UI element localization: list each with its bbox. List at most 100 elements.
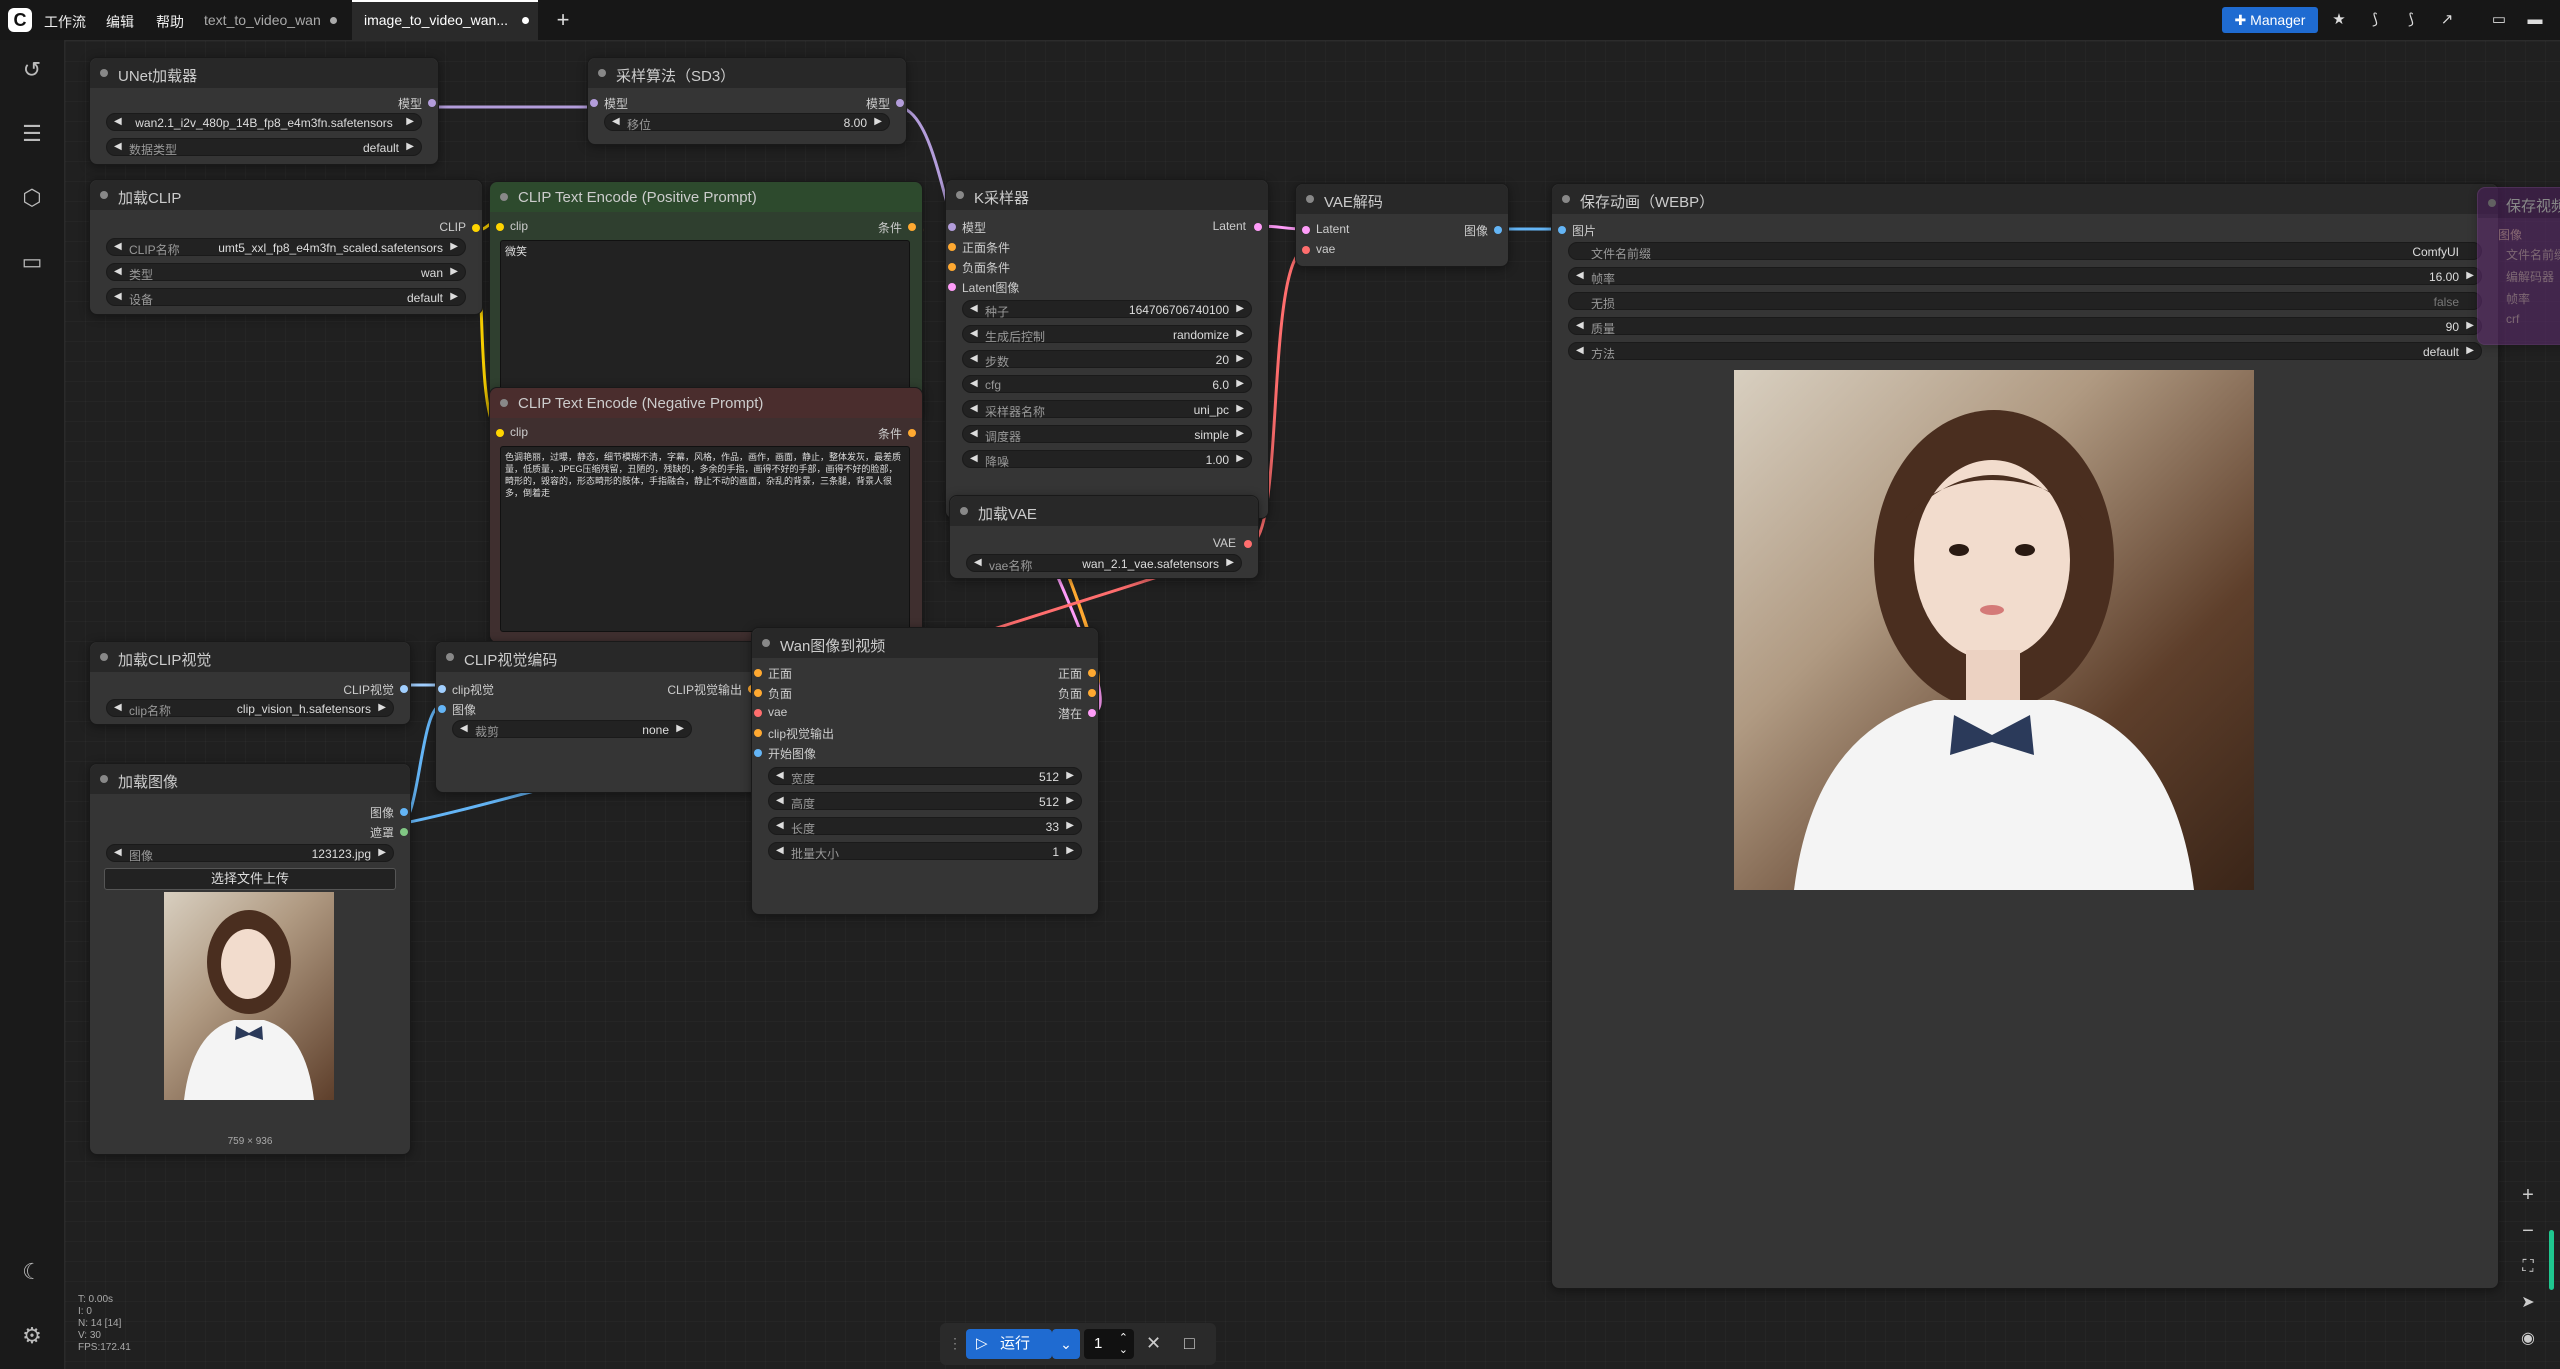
widget-scheduler[interactable]: ◀ 调度器 simple ▶ <box>962 425 1252 444</box>
collapse-dot-icon[interactable] <box>598 69 606 77</box>
output-vae-pin[interactable] <box>1244 540 1252 548</box>
collapse-dot-icon[interactable] <box>100 69 108 77</box>
widget-height[interactable]: ◀ 高度 512 ▶ <box>768 792 1082 811</box>
input-model-pin[interactable] <box>948 223 956 231</box>
widget-width[interactable]: ◀ 宽度 512 ▶ <box>768 767 1082 786</box>
run-options-chevron-down-icon[interactable]: ⌄ <box>1052 1329 1080 1359</box>
node-vae-decode[interactable]: VAE解码 Latent vae 图像 <box>1295 183 1509 267</box>
output-image-pin[interactable] <box>1494 226 1502 234</box>
input-latent-pin[interactable] <box>1302 226 1310 234</box>
new-tab-plus-icon[interactable]: + <box>548 7 578 33</box>
input-vae-pin[interactable] <box>1302 246 1310 254</box>
input-image-pin[interactable] <box>438 705 446 713</box>
manager-button[interactable]: ✚ Manager <box>2222 7 2318 33</box>
input-negative-pin[interactable] <box>754 689 762 697</box>
widget-length[interactable]: ◀ 长度 33 ▶ <box>768 817 1082 836</box>
output-model-pin[interactable] <box>428 99 436 107</box>
input-negative-pin[interactable] <box>948 263 956 271</box>
widget-denoise[interactable]: ◀ 降噪 1.00 ▶ <box>962 450 1252 469</box>
widget-control-after-generate[interactable]: ◀ 生成后控制 randomize ▶ <box>962 325 1252 344</box>
output-latent-pin[interactable] <box>1088 709 1096 717</box>
widget-clip-vision-name[interactable]: ◀ clip名称 clip_vision_h.safetensors ▶ <box>106 699 394 718</box>
toggle-bottom-panel-icon[interactable]: ▬ <box>2520 7 2550 33</box>
output-positive-pin[interactable] <box>1088 669 1096 677</box>
widget-clip-device[interactable]: ◀ 设备 default ▶ <box>106 288 466 307</box>
workflows-folder-icon[interactable]: ▭ <box>16 246 48 278</box>
widget-cfg[interactable]: ◀ cfg 6.0 ▶ <box>962 375 1252 393</box>
widget-method[interactable]: ◀ 方法 default ▶ <box>1568 342 2482 361</box>
star-icon[interactable]: ★ <box>2324 7 2354 33</box>
node-model-sampling-sd3[interactable]: 采样算法（SD3） 模型 模型 ◀ 移位 8.00 ▶ <box>587 57 907 145</box>
collapse-dot-icon[interactable] <box>960 507 968 515</box>
input-clip-vision-pin[interactable] <box>438 685 446 693</box>
input-clip-pin[interactable] <box>496 429 504 437</box>
collapse-dot-icon[interactable] <box>956 191 964 199</box>
widget-unet-name[interactable]: ◀ wan2.1_i2v_480p_14B_fp8_e4m3fn.safetens… <box>106 113 422 131</box>
zoom-in-plus-icon[interactable]: + <box>2510 1180 2546 1210</box>
output-model-pin[interactable] <box>896 99 904 107</box>
input-model-pin[interactable] <box>590 99 598 107</box>
stepper-down-icon[interactable]: ⌄ <box>1119 1335 1128 1365</box>
collapse-dot-icon[interactable] <box>500 399 508 407</box>
fit-view-icon[interactable]: ⛶ <box>2510 1252 2546 1282</box>
node-unet-loader[interactable]: UNet加载器 模型 ◀ wan2.1_i2v_480p_14B_fp8_e4m3… <box>89 57 439 165</box>
widget-filename-prefix[interactable]: 文件名前缀 ComfyUI <box>1568 242 2482 261</box>
output-mask-pin[interactable] <box>400 828 408 836</box>
node-save-video-offscreen[interactable]: 保存视频 图像 文件名前缀 编解码器 帧率 crf <box>2477 187 2560 345</box>
negative-prompt-textarea[interactable]: 色调艳丽，过曝，静态，细节模糊不清，字幕，风格，作品，画作，画面，静止，整体发灰… <box>500 446 910 632</box>
collapse-dot-icon[interactable] <box>500 193 508 201</box>
output-conditioning-pin[interactable] <box>908 429 916 437</box>
widget-crop[interactable]: ◀ 裁剪 none ▶ <box>452 720 692 739</box>
collapse-dot-icon[interactable] <box>100 775 108 783</box>
menu-edit[interactable]: 编辑 <box>106 12 134 32</box>
node-negative-prompt[interactable]: CLIP Text Encode (Negative Prompt) clip … <box>489 387 923 643</box>
comfy-logo-icon[interactable]: C <box>8 8 32 32</box>
tab-text-to-video[interactable]: text_to_video_wan <box>192 0 352 40</box>
input-start-image-pin[interactable] <box>754 749 762 757</box>
node-wan-image-to-video[interactable]: Wan图像到视频 正面 负面 vae clip视觉输出 开始图像 正面 负面 潜… <box>751 627 1099 915</box>
node-positive-prompt[interactable]: CLIP Text Encode (Positive Prompt) clip … <box>489 181 923 419</box>
output-clip-pin[interactable] <box>472 224 480 232</box>
collapse-dot-icon[interactable] <box>2488 199 2496 207</box>
collapse-dot-icon[interactable] <box>1306 195 1314 203</box>
zoom-out-minus-icon[interactable]: − <box>2510 1216 2546 1246</box>
node-ksampler[interactable]: K采样器 模型 正面条件 负面条件 Latent图像 Latent ◀ 种子 164… <box>945 179 1269 519</box>
output-negative-pin[interactable] <box>1088 689 1096 697</box>
widget-fps[interactable]: ◀ 帧率 16.00 ▶ <box>1568 267 2482 286</box>
input-images-pin[interactable] <box>1558 226 1566 234</box>
share-icon[interactable]: ↗ <box>2432 7 2462 33</box>
widget-batch-size[interactable]: ◀ 批量大小 1 ▶ <box>768 842 1082 861</box>
stop-square-icon[interactable]: □ <box>1184 1333 1195 1354</box>
node-graph-alt-icon[interactable]: ⟆ <box>2396 7 2426 33</box>
widget-weight-dtype[interactable]: ◀ 数据类型 default ▶ <box>106 138 422 157</box>
node-load-vae[interactable]: 加载VAE VAE ◀ vae名称 wan_2.1_vae.safetensors ▶ <box>949 495 1259 579</box>
output-clip-vision-pin[interactable] <box>400 685 408 693</box>
input-clip-vision-output-pin[interactable] <box>754 729 762 737</box>
widget-steps[interactable]: ◀ 步数 20 ▶ <box>962 350 1252 369</box>
menu-workflow[interactable]: 工作流 <box>44 12 86 32</box>
positive-prompt-textarea[interactable]: 微笑 <box>500 240 910 408</box>
widget-quality[interactable]: ◀ 质量 90 ▶ <box>1568 317 2482 336</box>
input-positive-pin[interactable] <box>754 669 762 677</box>
input-latent-pin[interactable] <box>948 283 956 291</box>
collapse-dot-icon[interactable] <box>762 639 770 647</box>
node-save-animated-webp[interactable]: 保存动画（WEBP） 图片 文件名前缀 ComfyUI ◀ 帧率 16.00 ▶ 无损 f… <box>1551 183 2499 1289</box>
model-library-cube-icon[interactable]: ⬡ <box>16 182 48 214</box>
widget-image-select[interactable]: ◀ 图像 123123.jpg ▶ <box>106 844 394 863</box>
collapse-dot-icon[interactable] <box>100 191 108 199</box>
widget-clip-name[interactable]: ◀ CLIP名称 umt5_xxl_fp8_e4m3fn_scaled.safete… <box>106 238 466 257</box>
select-mode-arrow-icon[interactable]: ➤ <box>2510 1288 2546 1318</box>
graph-canvas[interactable]: UNet加载器 模型 ◀ wan2.1_i2v_480p_14B_fp8_e4m3… <box>65 41 2560 1369</box>
input-clip-pin[interactable] <box>496 223 504 231</box>
queue-list-icon[interactable]: ☰ <box>16 118 48 150</box>
upload-file-button[interactable]: 选择文件上传 <box>104 868 396 890</box>
toggle-panel-icon[interactable]: ▭ <box>2484 7 2514 33</box>
widget-seed[interactable]: ◀ 种子 164706706740100 ▶ <box>962 300 1252 319</box>
collapse-dot-icon[interactable] <box>446 653 454 661</box>
input-vae-pin[interactable] <box>754 709 762 717</box>
tab-unsaved-dot-icon[interactable] <box>522 17 529 24</box>
output-latent-pin[interactable] <box>1254 223 1262 231</box>
theme-moon-icon[interactable]: ☾ <box>16 1256 48 1288</box>
widget-sampler-name[interactable]: ◀ 采样器名称 uni_pc ▶ <box>962 400 1252 419</box>
widget-clip-type[interactable]: ◀ 类型 wan ▶ <box>106 263 466 282</box>
